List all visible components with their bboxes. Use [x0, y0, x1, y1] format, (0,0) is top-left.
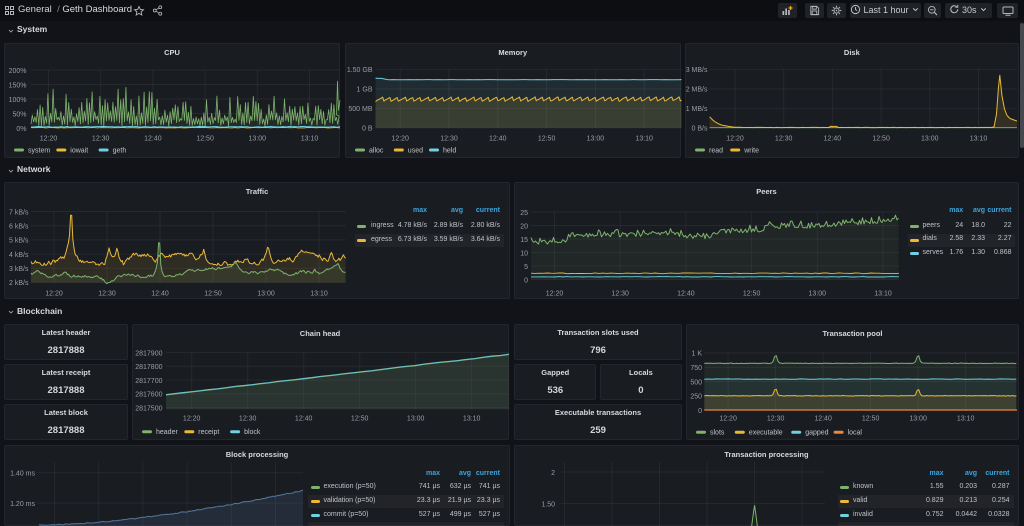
svg-text:15: 15 [520, 236, 528, 243]
svg-text:12:50: 12:50 [204, 290, 222, 297]
svg-text:used: used [407, 148, 422, 155]
svg-text:12:50: 12:50 [196, 135, 214, 142]
svg-text:0 B/s: 0 B/s [691, 126, 707, 133]
svg-text:0 B: 0 B [361, 126, 372, 133]
svg-text:2817600: 2817600 [135, 391, 162, 398]
svg-text:12:40: 12:40 [144, 135, 162, 142]
svg-text:12:30: 12:30 [767, 415, 785, 422]
svg-text:5: 5 [524, 263, 528, 270]
svg-text:100%: 100% [9, 97, 27, 104]
svg-text:block: block [244, 429, 261, 436]
svg-text:1.50: 1.50 [541, 501, 555, 508]
svg-text:12:30: 12:30 [611, 290, 629, 297]
svg-text:750: 750 [690, 365, 702, 372]
svg-text:0%: 0% [16, 126, 26, 133]
svg-text:500 MB: 500 MB [348, 106, 372, 113]
svg-text:20: 20 [520, 223, 528, 230]
svg-text:1 GB: 1 GB [356, 87, 372, 94]
svg-text:13:10: 13:10 [635, 135, 653, 142]
svg-text:500: 500 [690, 379, 702, 386]
svg-text:1.50 GB: 1.50 GB [346, 67, 372, 74]
svg-text:4 kB/s: 4 kB/s [9, 251, 29, 258]
svg-text:gapped: gapped [805, 429, 828, 436]
svg-text:receipt: receipt [198, 429, 219, 436]
svg-text:read: read [709, 148, 723, 155]
svg-text:5 kB/s: 5 kB/s [9, 237, 29, 244]
svg-text:13:00: 13:00 [909, 415, 927, 422]
svg-text:200%: 200% [9, 68, 27, 75]
svg-text:12:50: 12:50 [537, 135, 555, 142]
svg-text:2817500: 2817500 [135, 405, 162, 412]
svg-text:iowait: iowait [70, 148, 88, 155]
svg-text:13:10: 13:10 [462, 415, 480, 422]
svg-text:held: held [443, 148, 456, 155]
svg-text:12:30: 12:30 [440, 135, 458, 142]
svg-text:slots: slots [710, 429, 725, 436]
svg-text:13:10: 13:10 [969, 135, 987, 142]
svg-text:13:10: 13:10 [301, 135, 319, 142]
svg-text:13:10: 13:10 [957, 415, 975, 422]
svg-text:150%: 150% [9, 82, 27, 89]
svg-text:2 kB/s: 2 kB/s [9, 280, 29, 287]
svg-text:12:20: 12:20 [182, 415, 200, 422]
svg-text:12:40: 12:40 [823, 135, 841, 142]
svg-text:7 kB/s: 7 kB/s [9, 209, 29, 216]
svg-text:0: 0 [698, 407, 702, 414]
svg-text:executable: executable [749, 429, 783, 436]
svg-text:2817700: 2817700 [135, 377, 162, 384]
svg-text:13:00: 13:00 [249, 135, 267, 142]
svg-text:10: 10 [520, 250, 528, 257]
svg-text:12:30: 12:30 [775, 135, 793, 142]
svg-text:12:40: 12:40 [677, 290, 695, 297]
svg-text:12:20: 12:20 [726, 135, 744, 142]
svg-text:12:50: 12:50 [862, 415, 880, 422]
svg-text:2817800: 2817800 [135, 364, 162, 371]
svg-text:12:20: 12:20 [45, 290, 63, 297]
svg-text:3 MB/s: 3 MB/s [686, 67, 708, 74]
svg-text:geth: geth [113, 148, 127, 155]
svg-text:1 MB/s: 1 MB/s [686, 106, 708, 113]
svg-text:13:00: 13:00 [921, 135, 939, 142]
svg-text:13:10: 13:10 [874, 290, 892, 297]
svg-text:50%: 50% [12, 111, 26, 118]
svg-text:6 kB/s: 6 kB/s [9, 223, 29, 230]
svg-text:local: local [848, 429, 863, 436]
svg-text:12:30: 12:30 [92, 135, 110, 142]
svg-text:12:50: 12:50 [743, 290, 761, 297]
svg-text:1.40 ms: 1.40 ms [10, 470, 35, 477]
svg-text:250: 250 [690, 393, 702, 400]
svg-text:header: header [156, 429, 178, 436]
svg-text:12:20: 12:20 [719, 415, 737, 422]
svg-text:12:20: 12:20 [391, 135, 409, 142]
svg-text:2 MB/s: 2 MB/s [686, 87, 708, 94]
svg-text:12:40: 12:40 [151, 290, 169, 297]
svg-text:12:40: 12:40 [294, 415, 312, 422]
svg-text:2: 2 [551, 469, 555, 476]
svg-text:1 K: 1 K [691, 350, 702, 357]
svg-text:alloc: alloc [369, 148, 384, 155]
svg-text:13:00: 13:00 [406, 415, 424, 422]
svg-text:write: write [743, 148, 759, 155]
svg-text:12:30: 12:30 [98, 290, 116, 297]
svg-text:12:50: 12:50 [350, 415, 368, 422]
svg-text:13:10: 13:10 [310, 290, 328, 297]
svg-text:12:40: 12:40 [814, 415, 832, 422]
svg-text:25: 25 [520, 209, 528, 216]
svg-text:system: system [28, 148, 50, 155]
svg-text:12:20: 12:20 [546, 290, 564, 297]
svg-text:13:00: 13:00 [257, 290, 275, 297]
svg-text:1.20 ms: 1.20 ms [10, 500, 35, 507]
svg-text:0: 0 [524, 277, 528, 284]
svg-text:12:20: 12:20 [40, 135, 58, 142]
svg-text:12:50: 12:50 [872, 135, 890, 142]
svg-text:3 kB/s: 3 kB/s [9, 266, 29, 273]
svg-text:12:30: 12:30 [238, 415, 256, 422]
svg-text:2817900: 2817900 [135, 350, 162, 357]
svg-text:13:00: 13:00 [586, 135, 604, 142]
svg-text:13:00: 13:00 [809, 290, 827, 297]
svg-text:12:40: 12:40 [489, 135, 507, 142]
